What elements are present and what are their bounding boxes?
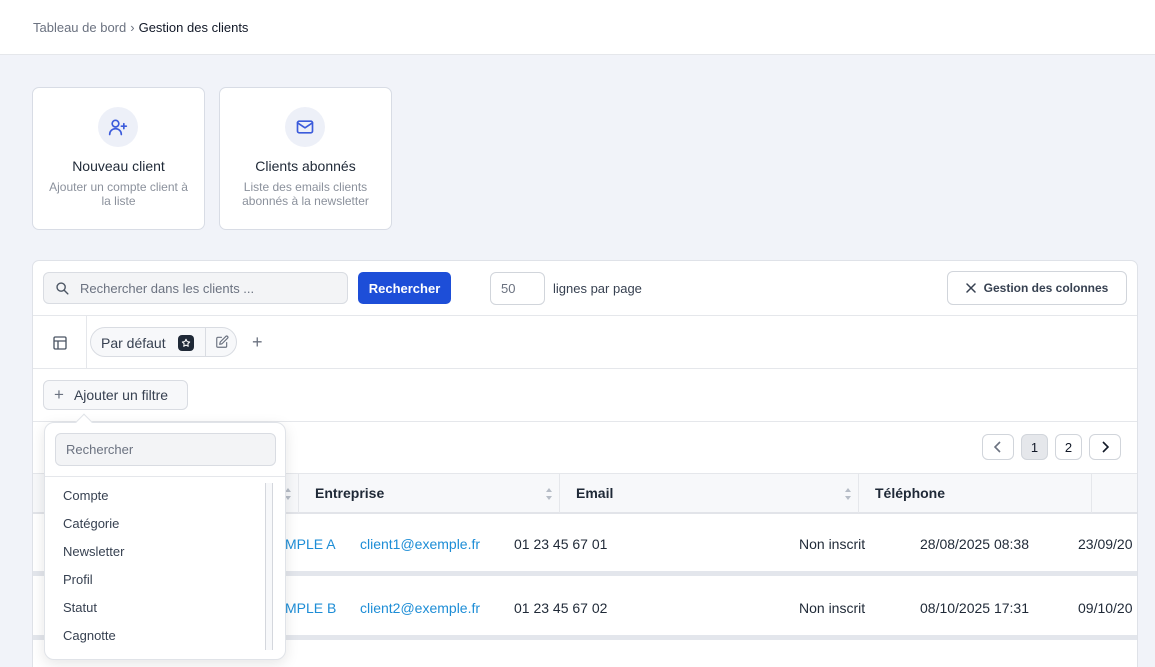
search-box: [43, 272, 348, 304]
manage-columns-button[interactable]: Gestion des colonnes: [947, 271, 1127, 305]
table-toolbar: Rechercher lignes par page Gestion des c…: [33, 261, 1137, 316]
card-desc-line: Ajouter un compte client à: [49, 180, 188, 194]
filter-option[interactable]: Cagnotte: [63, 628, 116, 643]
card-desc-line: Liste des emails clients: [243, 180, 368, 194]
user-plus-icon: [98, 107, 138, 147]
mail-icon: [285, 107, 325, 147]
rows-per-page-label: lignes par page: [553, 281, 642, 296]
search-button[interactable]: Rechercher: [358, 272, 451, 304]
email-cell[interactable]: client2@exemple.fr: [360, 600, 480, 616]
filter-option[interactable]: Newsletter: [63, 544, 124, 559]
add-filter-label: Ajouter un filtre: [73, 387, 169, 403]
add-view-button[interactable]: +: [252, 333, 263, 351]
column-header-label: Email: [576, 485, 614, 501]
card-desc-line: abonnés à la newsletter: [242, 194, 369, 208]
card-description: Liste des emails clients abonnés à la ne…: [228, 180, 383, 208]
email-cell[interactable]: client1@exemple.fr: [360, 536, 480, 552]
star-icon: [178, 335, 194, 351]
phone-cell: 01 23 45 67 02: [514, 600, 608, 616]
filter-option[interactable]: Profil: [63, 572, 93, 587]
chevron-right-icon: [1102, 441, 1109, 453]
chevron-left-icon: [994, 441, 1001, 453]
breadcrumb-parent[interactable]: Tableau de bord: [33, 20, 126, 35]
newsletter-cell: Non inscrit: [799, 600, 866, 616]
column-header-company[interactable]: Entreprise: [299, 474, 560, 513]
column-header-email[interactable]: Email: [560, 474, 859, 513]
close-icon: [965, 283, 976, 293]
page-button-2[interactable]: 2: [1055, 434, 1082, 460]
created-date-cell: 08/10/2025 17:31: [920, 600, 1029, 616]
divider: [45, 476, 285, 477]
search-input[interactable]: [80, 273, 340, 303]
company-cell[interactable]: MPLE A: [285, 536, 336, 552]
dropdown-scrollbar[interactable]: [265, 483, 273, 650]
card-description: Ajouter un compte client à la liste: [41, 180, 196, 208]
search-icon: [55, 281, 69, 298]
column-header-phone[interactable]: Téléphone: [859, 474, 1092, 513]
view-pill-default[interactable]: Par défaut: [90, 327, 237, 357]
prev-page-button[interactable]: [982, 434, 1014, 460]
breadcrumb-current: Gestion des clients: [138, 20, 249, 35]
sort-icon: [546, 488, 552, 500]
new-client-card[interactable]: Nouveau client Ajouter un compte client …: [32, 87, 205, 230]
newsletter-cell: Non inscrit: [799, 536, 866, 552]
filter-row: + Ajouter un filtre: [33, 369, 1137, 422]
updated-date-cell: 23/09/20: [1078, 536, 1133, 552]
column-header-label: Téléphone: [875, 485, 946, 501]
breadcrumb: Tableau de bord › Gestion des clients: [33, 20, 248, 35]
updated-date-cell: 09/10/20: [1078, 600, 1133, 616]
subscribed-clients-card[interactable]: Clients abonnés Liste des emails clients…: [219, 87, 392, 230]
card-title: Clients abonnés: [255, 158, 356, 174]
top-bar: Tableau de bord › Gestion des clients: [0, 0, 1155, 55]
breadcrumb-separator: ›: [130, 20, 135, 35]
filter-option[interactable]: Statut: [63, 600, 97, 615]
card-title: Nouveau client: [72, 158, 165, 174]
next-page-button[interactable]: [1089, 434, 1121, 460]
filter-option[interactable]: Catégorie: [63, 516, 119, 531]
phone-cell: 01 23 45 67 01: [514, 536, 608, 552]
pagination: 1 2: [982, 434, 1121, 460]
filter-option[interactable]: Compte: [63, 488, 109, 503]
card-desc-line: la liste: [101, 194, 136, 208]
sort-icon: [845, 488, 851, 500]
table-layout-icon[interactable]: [33, 316, 87, 369]
filter-search-input[interactable]: [55, 433, 276, 466]
company-cell[interactable]: MPLE B: [285, 600, 336, 616]
manage-columns-label: Gestion des colonnes: [983, 281, 1109, 295]
views-row: Par défaut +: [33, 316, 1137, 369]
edit-view-button[interactable]: [205, 328, 238, 356]
column-header-label: Entreprise: [315, 485, 385, 501]
plus-icon: +: [54, 385, 64, 404]
rows-per-page-input[interactable]: [490, 272, 545, 305]
view-label: Par défaut: [101, 335, 166, 351]
filter-dropdown: Compte Catégorie Newsletter Profil Statu…: [44, 413, 286, 660]
edit-icon: [216, 335, 229, 348]
created-date-cell: 28/08/2025 08:38: [920, 536, 1029, 552]
page-button-1[interactable]: 1: [1021, 434, 1048, 460]
add-filter-button[interactable]: + Ajouter un filtre: [43, 380, 188, 410]
